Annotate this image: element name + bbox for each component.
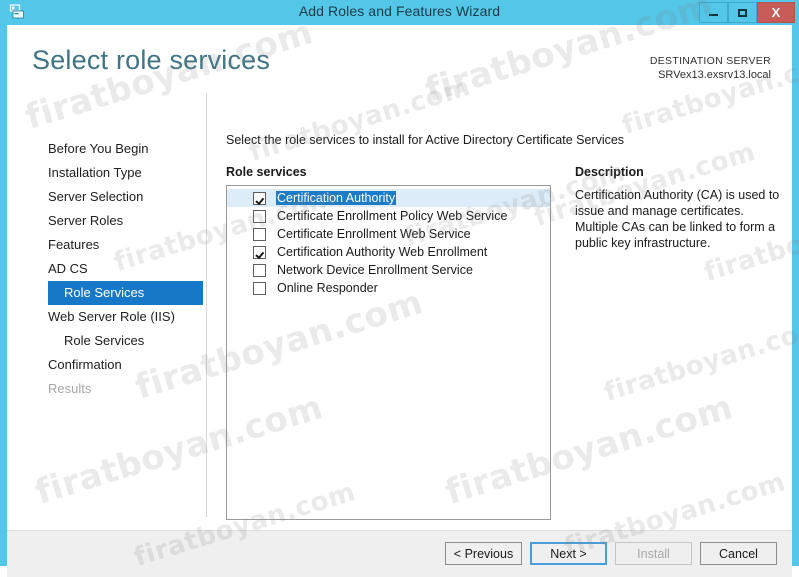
role-service-label: Certificate Enrollment Policy Web Servic… (277, 209, 508, 223)
sidebar-item-label: Role Services (64, 285, 145, 300)
wizard-footer: < Previous Next > Install Cancel (7, 530, 792, 577)
previous-button[interactable]: < Previous (445, 542, 522, 565)
sidebar-item-ad-cs[interactable]: AD CS (7, 257, 203, 281)
sidebar-item-label: Role Services (64, 333, 145, 348)
checkbox-unchecked-icon[interactable] (253, 227, 266, 241)
destination-server-value: SRVex13.exsrv13.local (658, 69, 771, 81)
sidebar-item-before-you-begin[interactable]: Before You Begin (7, 137, 203, 161)
role-service-row[interactable]: Certificate Enrollment Policy Web Servic… (227, 207, 550, 225)
sidebar-item-label: Before You Begin (48, 141, 149, 156)
sidebar-item-server-selection[interactable]: Server Selection (7, 185, 203, 209)
sidebar-item-role-services[interactable]: Role Services (7, 329, 203, 353)
sidebar-item-label: Server Roles (48, 213, 124, 228)
role-service-label: Certification Authority Web Enrollment (277, 245, 488, 259)
checkbox-checked-icon[interactable] (253, 191, 266, 205)
close-button[interactable]: X (757, 2, 795, 23)
sidebar-item-features[interactable]: Features (7, 233, 203, 257)
role-service-row[interactable]: Certification Authority Web Enrollment (227, 243, 550, 261)
role-services-listbox[interactable]: Certification Authority Certificate Enrol… (226, 185, 551, 520)
sidebar-item-label: Features (48, 237, 100, 252)
minimize-button[interactable] (699, 2, 728, 23)
sidebar-item-server-roles[interactable]: Server Roles (7, 209, 203, 233)
role-service-label: Online Responder (277, 281, 378, 295)
sidebar-item-label: AD CS (48, 261, 88, 276)
page-header: Select role services DESTINATION SERVER … (7, 25, 792, 93)
footer-button-group: < Previous Next > Install Cancel (445, 542, 777, 565)
sidebar-item-web-server-role-iis[interactable]: Web Server Role (IIS) (7, 305, 203, 329)
role-service-row[interactable]: Certification Authority (227, 189, 550, 207)
checkbox-unchecked-icon[interactable] (253, 263, 266, 277)
window-client-area: Select role services DESTINATION SERVER … (7, 25, 792, 577)
sidebar-item-installation-type[interactable]: Installation Type (7, 161, 203, 185)
wizard-window: Add Roles and Features Wizard X Select r… (0, 0, 799, 577)
page-title: Select role services (32, 45, 271, 75)
role-service-label: Certification Authority (276, 191, 397, 205)
sidebar-item-role-services[interactable]: Role Services (48, 281, 203, 305)
role-service-label: Network Device Enrollment Service (277, 263, 473, 277)
wizard-nav-list: Before You Begin Installation Type Server … (7, 137, 203, 401)
sidebar-item-label: Confirmation (48, 357, 122, 372)
description-body: Certification Authority (CA) is used to … (575, 188, 780, 250)
role-service-row[interactable]: Certificate Enrollment Web Service (227, 225, 550, 243)
sidebar-divider (206, 93, 207, 517)
next-button[interactable]: Next > (530, 542, 607, 565)
window-title: Add Roles and Features Wizard (298, 3, 501, 19)
titlebar[interactable]: Add Roles and Features Wizard X (0, 0, 799, 25)
wizard-sidebar: Before You Begin Installation Type Server … (7, 93, 207, 530)
sidebar-item-label: Web Server Role (IIS) (48, 309, 175, 324)
checkbox-checked-icon[interactable] (253, 245, 266, 259)
role-service-row[interactable]: Network Device Enrollment Service (227, 261, 550, 279)
destination-server-block: DESTINATION SERVER SRVex13.exsrv13.local (650, 54, 771, 82)
sidebar-item-label: Server Selection (48, 189, 144, 204)
sidebar-item-confirmation[interactable]: Confirmation (7, 353, 203, 377)
destination-server-label: DESTINATION SERVER (649, 55, 771, 67)
instruction-text: Select the role services to install for … (226, 133, 625, 147)
checkbox-unchecked-icon[interactable] (253, 209, 266, 223)
sidebar-item-label: Results (48, 381, 92, 396)
maximize-button[interactable] (728, 2, 757, 23)
role-service-row[interactable]: Online Responder (227, 279, 550, 297)
role-services-header: Role services (226, 165, 307, 179)
install-button: Install (615, 542, 692, 565)
role-service-label: Certificate Enrollment Web Service (277, 227, 471, 241)
sidebar-item-results: Results (7, 377, 203, 401)
minimize-icon (709, 14, 718, 16)
checkbox-unchecked-icon[interactable] (253, 281, 266, 295)
cancel-button[interactable]: Cancel (700, 542, 777, 565)
description-header: Description (575, 165, 644, 179)
main-panel: Select the role services to install for … (217, 93, 792, 530)
maximize-icon (738, 8, 747, 17)
sidebar-item-label: Installation Type (48, 165, 142, 180)
window-controls: X (699, 2, 795, 23)
